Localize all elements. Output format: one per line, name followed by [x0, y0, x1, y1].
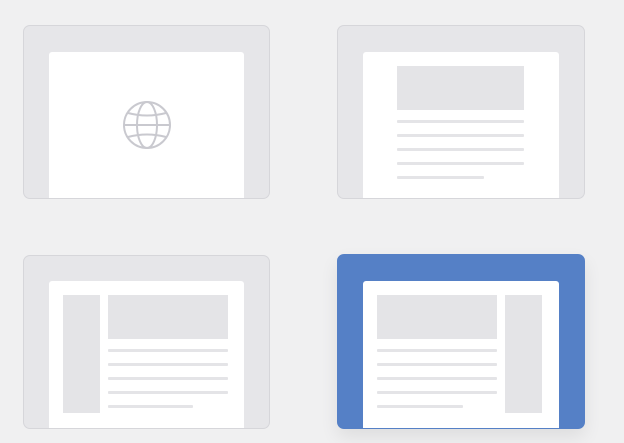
text-line-placeholder: [377, 349, 497, 352]
text-line-placeholder: [377, 391, 497, 394]
text-line-placeholder: [108, 349, 228, 352]
layout-option-right-sidebar[interactable]: [337, 254, 585, 429]
sidebar-placeholder: [505, 295, 542, 413]
header-placeholder: [397, 66, 524, 110]
layout-option-left-sidebar[interactable]: [23, 255, 270, 429]
layout-option-blank[interactable]: [23, 25, 270, 199]
layout-picker: [0, 0, 624, 443]
layout-option-article[interactable]: [337, 25, 585, 199]
layout-preview: [363, 281, 559, 428]
text-line-placeholder: [397, 162, 524, 165]
text-line-placeholder: [377, 405, 463, 408]
text-line-placeholder: [397, 120, 524, 123]
header-placeholder: [377, 295, 497, 339]
sidebar-placeholder: [63, 295, 100, 413]
text-line-placeholder: [397, 176, 484, 179]
layout-preview: [49, 281, 244, 428]
text-line-placeholder: [108, 405, 193, 408]
text-line-placeholder: [377, 363, 497, 366]
layout-preview: [363, 52, 559, 198]
text-line-placeholder: [108, 391, 228, 394]
globe-icon: [123, 101, 171, 149]
text-line-placeholder: [377, 377, 497, 380]
text-line-placeholder: [108, 377, 228, 380]
text-line-placeholder: [397, 134, 524, 137]
header-placeholder: [108, 295, 228, 339]
layout-preview: [49, 52, 244, 198]
text-line-placeholder: [108, 363, 228, 366]
text-line-placeholder: [397, 148, 524, 151]
